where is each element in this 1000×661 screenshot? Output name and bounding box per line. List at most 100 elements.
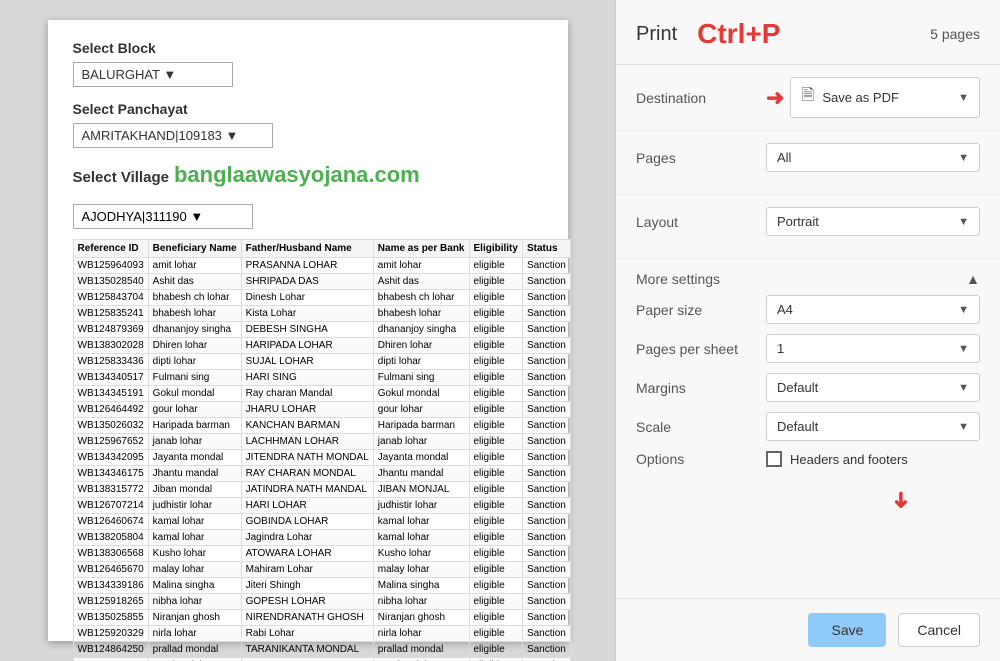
pages-per-sheet-value: 1 [777, 341, 784, 356]
table-cell: Sanction [522, 434, 570, 450]
table-cell: WB125923191 [73, 658, 148, 661]
table-cell: Sanction [522, 370, 570, 386]
margins-arrow-icon: ▼ [958, 382, 969, 394]
table-cell: Jhantu mandal [373, 466, 469, 482]
print-footer: Save Cancel [616, 598, 1000, 661]
options-row: Options Headers and footers [636, 451, 980, 467]
cancel-button[interactable]: Cancel [898, 613, 980, 647]
table-header: Reference ID [73, 240, 148, 258]
table-cell: eligible [469, 626, 522, 642]
table-cell: gour lohar [373, 402, 469, 418]
options-label: Options [636, 451, 766, 467]
table-cell: janab lohar [148, 434, 241, 450]
scale-select[interactable]: Default ▼ [766, 412, 980, 441]
margins-label: Margins [636, 380, 766, 396]
pages-row: Pages All ▼ [636, 143, 980, 172]
paper-size-label: Paper size [636, 302, 766, 318]
table-cell: Ashit das [148, 274, 241, 290]
table-cell: Mahiram Lohar [241, 562, 373, 578]
table-cell: ATOWARA LOHAR [241, 546, 373, 562]
table-cell: WB124879369 [73, 322, 148, 338]
table-cell: eligible [469, 546, 522, 562]
pages-label: Pages [636, 150, 766, 166]
dest-red-arrow: ➜ [766, 85, 784, 111]
table-row: WB125835241bhabesh loharKista Loharbhabe… [73, 306, 570, 322]
table-cell: eligible [469, 498, 522, 514]
table-cell: Kusho lohar [148, 546, 241, 562]
table-cell: eligible [469, 338, 522, 354]
table-row: WB138315772Jiban mondalJATINDRA NATH MAN… [73, 482, 570, 498]
table-cell: dipti lohar [373, 354, 469, 370]
table-cell: WB134345191 [73, 386, 148, 402]
table-cell: Sanction [522, 354, 570, 370]
table-row: WB125920329nirla loharRabi Loharnirla lo… [73, 626, 570, 642]
paper-size-select[interactable]: A4 ▼ [766, 295, 980, 324]
table-cell: eligible [469, 274, 522, 290]
table-row: WB124864250prallad mondalTARANIKANTA MON… [73, 642, 570, 658]
destination-label: Destination [636, 90, 766, 106]
margins-select[interactable]: Default ▼ [766, 373, 980, 402]
table-cell: Niranjan ghosh [148, 610, 241, 626]
table-cell: eligible [469, 402, 522, 418]
table-cell: eligible [469, 642, 522, 658]
table-cell: Haripada barman [373, 418, 469, 434]
table-cell: Rabi Lohar [241, 626, 373, 642]
block-dropdown[interactable]: BALURGHAT ▼ [73, 62, 233, 87]
table-cell: DEBESH SINGHA [241, 322, 373, 338]
table-cell: Jayanta mondal [148, 450, 241, 466]
scale-arrow-icon: ▼ [958, 421, 969, 433]
table-cell: SHRIPADA DAS [241, 274, 373, 290]
table-cell: WB135025855 [73, 610, 148, 626]
table-header: Father/Husband Name [241, 240, 373, 258]
table-cell: eligible [469, 386, 522, 402]
document-container[interactable]: Select Block BALURGHAT ▼ Select Panchaya… [0, 0, 615, 661]
table-cell: Malina singha [148, 578, 241, 594]
pages-select[interactable]: All ▼ [766, 143, 980, 172]
more-settings-chevron-icon: ▲ [966, 271, 980, 287]
pages-per-sheet-select[interactable]: 1 ▼ [766, 334, 980, 363]
table-cell: Gokul mondal [373, 386, 469, 402]
destination-section: Destination ➜ 🗎 Save as PDF ▼ [616, 65, 1000, 131]
table-cell: WB125964093 [73, 258, 148, 274]
save-button[interactable]: Save [808, 613, 886, 647]
table-cell: HARI SING [241, 370, 373, 386]
layout-select[interactable]: Portrait ▼ [766, 207, 980, 236]
scale-label: Scale [636, 419, 766, 435]
panchayat-dropdown[interactable]: AMRITAKHAND|109183 ▼ [73, 123, 273, 148]
table-cell: eligible [469, 306, 522, 322]
paper-size-row: Paper size A4 ▼ [636, 295, 980, 324]
table-row: WB134342095Jayanta mondalJITENDRA NATH M… [73, 450, 570, 466]
pages-per-sheet-control: 1 ▼ [766, 334, 980, 363]
table-cell: WB126460674 [73, 514, 148, 530]
table-row: WB126460674kamal loharGOBINDA LOHARkamal… [73, 514, 570, 530]
more-settings-label: More settings [636, 271, 720, 287]
table-cell: Sanction [522, 514, 570, 530]
table-cell: JITENDRA NATH MONDAL [241, 450, 373, 466]
table-row: WB124879369 dhananjoy singhaDEBESH SINGHA… [73, 322, 570, 338]
destination-row: Destination ➜ 🗎 Save as PDF ▼ [636, 77, 980, 118]
table-cell: NIRENDRANATH GHOSH [241, 610, 373, 626]
table-cell: Niranjan ghosh [373, 610, 469, 626]
table-cell: Jhantu mandal [148, 466, 241, 482]
table-cell: Haripada barman [148, 418, 241, 434]
headers-footers-checkbox[interactable] [766, 451, 782, 467]
more-settings-row[interactable]: More settings ▲ [616, 259, 1000, 295]
table-cell: kamal lohar [148, 514, 241, 530]
table-cell: prallad mondal [148, 642, 241, 658]
table-cell: bhabesh ch lohar [373, 290, 469, 306]
table-cell: eligible [469, 258, 522, 274]
table-cell: HARIPADA LOHAR [241, 338, 373, 354]
table-cell: eligible [469, 610, 522, 626]
destination-control[interactable]: 🗎 Save as PDF ▼ [790, 77, 980, 118]
village-dropdown[interactable]: AJODHYA|311190 ▼ [73, 204, 253, 229]
table-cell: WB135026032 [73, 418, 148, 434]
margins-row: Margins Default ▼ [636, 373, 980, 402]
table-cell: WB125843704 [73, 290, 148, 306]
table-row: WB134340517Fulmani singHARI SINGFulmani … [73, 370, 570, 386]
table-cell: LACHHMAN LOHAR [241, 434, 373, 450]
table-cell: dhananjoy singha [373, 322, 469, 338]
right-panel: Print Ctrl+P 5 pages Destination ➜ 🗎 Sav… [615, 0, 1000, 661]
table-row: WB125967652janab loharLACHHMAN LOHARjana… [73, 434, 570, 450]
table-row: WB126707214judhistir loharHARI LOHARjudh… [73, 498, 570, 514]
table-cell: WB138302028 [73, 338, 148, 354]
